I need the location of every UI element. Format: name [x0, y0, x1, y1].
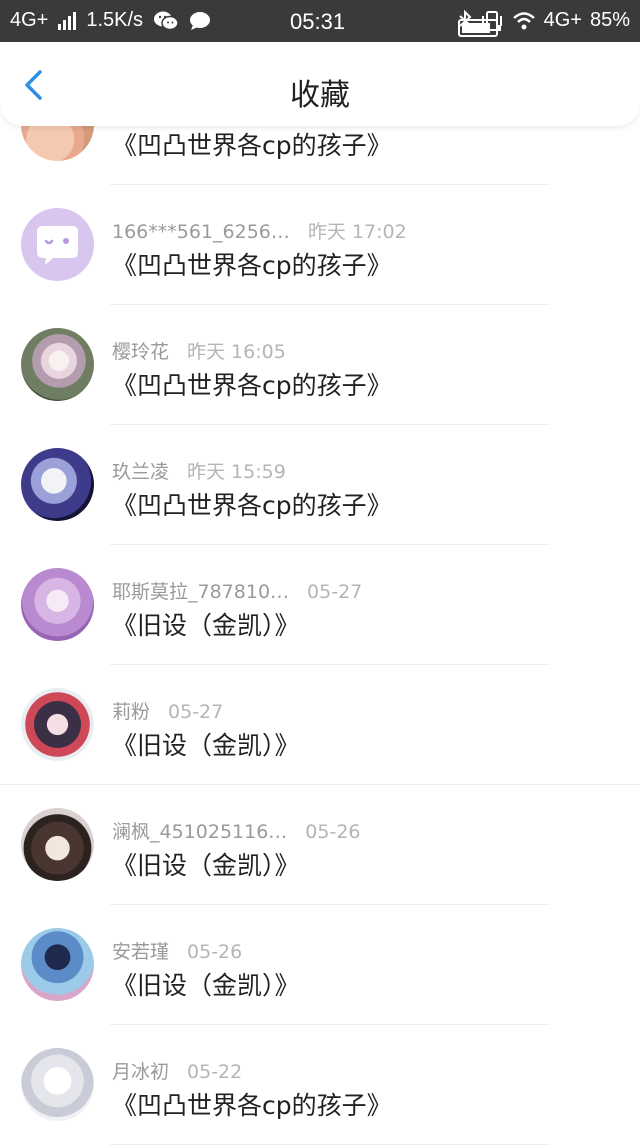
message-icon	[190, 11, 211, 30]
author-name[interactable]: 澜枫_451025116…	[112, 821, 287, 843]
item-meta: 澜枫_451025116… 05-26	[112, 817, 361, 844]
timestamp: 昨天 15:59	[187, 461, 286, 483]
item-meta: 安若瑾 05-26	[112, 937, 242, 964]
author-name[interactable]: 玖兰凌	[112, 461, 169, 483]
timestamp: 05-27	[168, 701, 224, 723]
author-name[interactable]: 樱玲花	[112, 341, 169, 363]
anime-avatar-purple[interactable]	[21, 568, 94, 641]
item-meta: 耶斯莫拉_787810… 05-27	[112, 577, 362, 604]
item-content: 《旧设（金凯）》	[112, 731, 300, 760]
author-name[interactable]: 耶斯莫拉_787810…	[112, 581, 289, 603]
item-content: 《旧设（金凯）》	[112, 851, 300, 880]
favorites-list-body: 《凹凸世界各cp的孩子》 166***561_6256… 昨天 17:02 《凹凸…	[0, 65, 640, 1145]
header: 收藏	[0, 42, 640, 126]
item-content: 《凹凸世界各cp的孩子》	[112, 371, 392, 400]
network-label-right: 4G+	[543, 9, 582, 31]
battery-icon	[457, 19, 501, 37]
status-time: 05:31	[290, 9, 346, 34]
signal-icon	[58, 11, 77, 30]
item-content: 《凹凸世界各cp的孩子》	[112, 251, 392, 280]
network-label: 4G+	[10, 9, 49, 31]
page-title: 收藏	[290, 78, 350, 113]
author-name[interactable]: 莉粉	[112, 701, 150, 723]
item-meta: 玖兰凌 昨天 15:59	[112, 457, 286, 484]
battery-percent: 85%	[589, 9, 630, 31]
anime-avatar-dark[interactable]	[21, 448, 94, 521]
item-content: 《凹凸世界各cp的孩子》	[112, 491, 392, 520]
status-bar: 4G+ 1.5K/s 05:31 4G+ 85%	[0, 0, 640, 42]
timestamp: 昨天 16:05	[187, 341, 286, 363]
list-item[interactable]: 月冰初 05-22 《凹凸世界各cp的孩子》	[0, 1025, 640, 1145]
timestamp: 05-26	[187, 941, 243, 963]
list-item[interactable]: 樱玲花 昨天 16:05 《凹凸世界各cp的孩子》	[0, 305, 640, 425]
chat-bubble-icon	[37, 226, 78, 265]
list-item[interactable]: 安若瑾 05-26 《旧设（金凯）》	[0, 905, 640, 1025]
item-content: 《旧设（金凯）》	[112, 971, 300, 1000]
anime-avatar-boy[interactable]	[21, 808, 94, 881]
chat-bubble-avatar[interactable]	[21, 208, 94, 281]
network-speed: 1.5K/s	[86, 9, 144, 31]
author-name[interactable]: 安若瑾	[112, 941, 169, 963]
anime-avatar-blue[interactable]	[21, 928, 94, 1001]
item-meta: 莉粉 05-27	[112, 697, 223, 724]
status-left: 4G+ 1.5K/s	[10, 9, 211, 32]
wifi-icon	[512, 11, 535, 29]
list-item[interactable]: 玖兰凌 昨天 15:59 《凹凸世界各cp的孩子》	[0, 425, 640, 545]
item-content: 《凹凸世界各cp的孩子》	[112, 131, 392, 160]
anime-avatar-white[interactable]	[21, 1048, 94, 1121]
list-item[interactable]: 莉粉 05-27 《旧设（金凯）》	[0, 665, 640, 785]
timestamp: 05-26	[305, 821, 361, 843]
wechat-icon	[154, 11, 179, 30]
list-item[interactable]: 166***561_6256… 昨天 17:02 《凹凸世界各cp的孩子》	[0, 185, 640, 305]
status-right: 4G+ 85%	[457, 9, 630, 37]
author-name[interactable]: 166***561_6256…	[112, 221, 290, 243]
item-content: 《旧设（金凯）》	[112, 611, 300, 640]
author-name[interactable]: 月冰初	[112, 1061, 169, 1083]
item-meta: 樱玲花 昨天 16:05	[112, 337, 286, 364]
timestamp: 05-27	[307, 581, 363, 603]
item-meta: 166***561_6256… 昨天 17:02	[112, 217, 407, 244]
anime-avatar-red[interactable]	[21, 688, 94, 761]
timestamp: 05-22	[187, 1061, 243, 1083]
list-item[interactable]: 澜枫_451025116… 05-26 《旧设（金凯）》	[0, 785, 640, 905]
item-meta: 月冰初 05-22	[112, 1057, 242, 1084]
timestamp: 昨天 17:02	[307, 221, 407, 243]
item-content: 《凹凸世界各cp的孩子》	[112, 1091, 392, 1120]
list-item[interactable]: 耶斯莫拉_787810… 05-27 《旧设（金凯）》	[0, 545, 640, 665]
anime-girl-avatar[interactable]	[21, 328, 94, 401]
